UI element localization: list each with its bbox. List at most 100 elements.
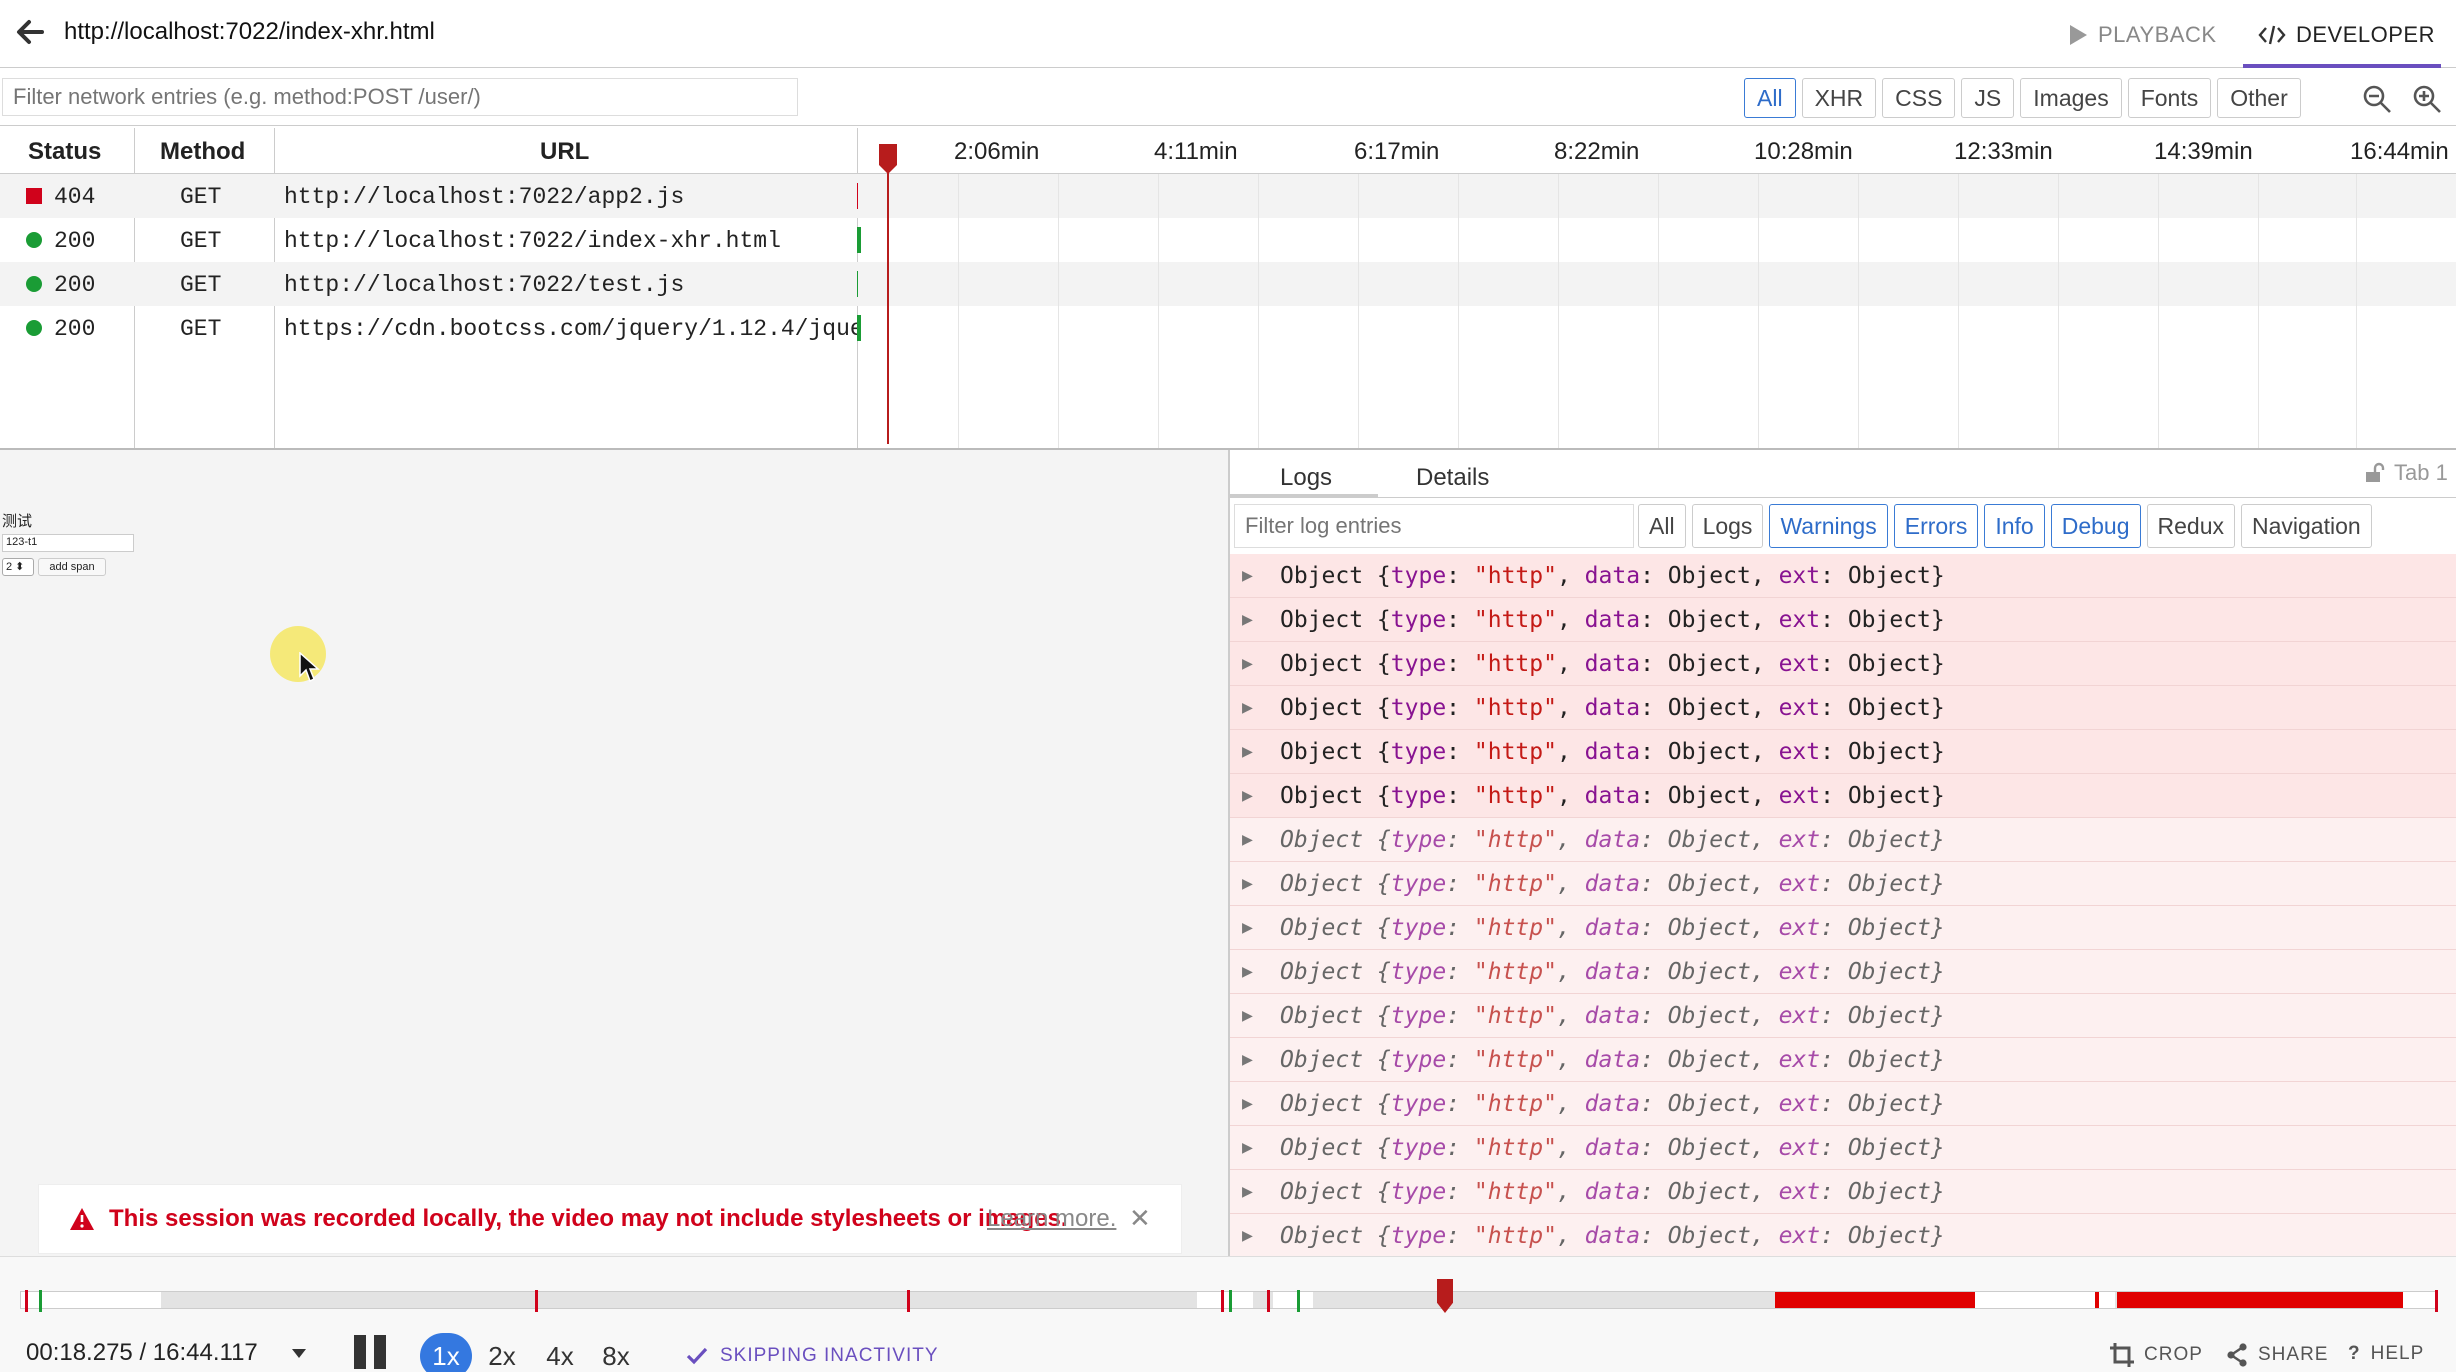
log-entry[interactable]: ▶ Object {type: "http", data: Object, ext… <box>1230 906 2456 950</box>
log-token: type <box>1390 1003 1447 1029</box>
pause-icon[interactable] <box>352 1335 388 1369</box>
log-entry[interactable]: ▶ Object {type: "http", data: Object, ext… <box>1230 642 2456 686</box>
filter-tab-css[interactable]: CSS <box>1882 78 1956 118</box>
expand-triangle-icon[interactable]: ▶ <box>1242 554 1253 598</box>
column-method[interactable]: Method <box>160 138 245 166</box>
log-list[interactable]: ▶ Object {type: "http", data: Object, ext… <box>1230 554 2456 1256</box>
log-entry[interactable]: ▶ Object {type: "http", data: Object, ext… <box>1230 950 2456 994</box>
expand-triangle-icon[interactable]: ▶ <box>1242 950 1253 994</box>
log-token: } <box>1930 959 1945 985</box>
network-row[interactable]: 200 GET http://localhost:7022/index-xhr.ht… <box>0 218 861 262</box>
expand-triangle-icon[interactable]: ▶ <box>1242 774 1253 818</box>
share-button[interactable]: SHARE <box>2226 1343 2328 1367</box>
log-token: } <box>1930 871 1945 897</box>
speed-1x[interactable]: 1x <box>420 1333 472 1372</box>
network-row[interactable]: 404 GET http://localhost:7022/app2.js <box>0 174 861 218</box>
log-entry[interactable]: ▶ Object {type: "http", data: Object, ext… <box>1230 862 2456 906</box>
log-entry[interactable]: ▶ Object {type: "http", data: Object, ext… <box>1230 774 2456 818</box>
close-icon[interactable]: ✕ <box>1129 1203 1151 1234</box>
expand-triangle-icon[interactable]: ▶ <box>1242 730 1253 774</box>
seek-bar[interactable] <box>20 1290 2438 1312</box>
log-entry[interactable]: ▶ Object {type: "http", data: Object, ext… <box>1230 818 2456 862</box>
log-token: "http" <box>1473 871 1557 897</box>
log-entry[interactable]: ▶ Object {type: "http", data: Object, ext… <box>1230 1170 2456 1214</box>
speed-4x[interactable]: 4x <box>538 1333 582 1372</box>
log-filter-input[interactable] <box>1234 504 1634 548</box>
log-filter-warnings[interactable]: Warnings <box>1769 504 1888 548</box>
log-token: ext <box>1778 1091 1821 1117</box>
log-entry[interactable]: ▶ Object {type: "http", data: Object, ext… <box>1230 554 2456 598</box>
expand-triangle-icon[interactable]: ▶ <box>1242 642 1253 686</box>
log-filter-redux[interactable]: Redux <box>2146 504 2235 548</box>
tab-playback[interactable]: PLAYBACK <box>2068 22 2217 48</box>
tab-indicator[interactable]: Tab 1 <box>2364 460 2448 486</box>
column-url[interactable]: URL <box>540 138 589 166</box>
expand-triangle-icon[interactable]: ▶ <box>1242 598 1253 642</box>
tab-details[interactable]: Details <box>1416 464 1489 492</box>
network-filter-input[interactable] <box>2 78 798 116</box>
expand-triangle-icon[interactable]: ▶ <box>1242 994 1253 1038</box>
expand-triangle-icon[interactable]: ▶ <box>1242 906 1253 950</box>
log-entry[interactable]: ▶ Object {type: "http", data: Object, ext… <box>1230 1126 2456 1170</box>
zoom-out-icon[interactable] <box>2362 84 2392 114</box>
log-entry[interactable]: ▶ Object {type: "http", data: Object, ext… <box>1230 1038 2456 1082</box>
help-button[interactable]: ? HELP <box>2348 1343 2424 1365</box>
speed-8x[interactable]: 8x <box>594 1333 638 1372</box>
log-filter-debug[interactable]: Debug <box>2050 504 2141 548</box>
filter-tab-other[interactable]: Other <box>2217 78 2301 118</box>
log-token: ext <box>1778 739 1821 765</box>
expand-triangle-icon[interactable]: ▶ <box>1242 1170 1253 1214</box>
expand-triangle-icon[interactable]: ▶ <box>1242 862 1253 906</box>
timeline-gridline <box>1158 174 1159 448</box>
log-token: Object <box>1667 1135 1751 1161</box>
filter-tab-js[interactable]: JS <box>1961 78 2015 118</box>
log-filter-errors[interactable]: Errors <box>1893 504 1979 548</box>
expand-triangle-icon[interactable]: ▶ <box>1242 686 1253 730</box>
learn-more-link[interactable]: Learn more. <box>987 1205 1116 1233</box>
network-row[interactable]: 200 GET https://cdn.bootcss.com/jquery/1.1… <box>0 306 861 350</box>
log-entry-text: Object {type: "http", data: Object, ext:… <box>1280 915 1945 941</box>
filter-tab-all[interactable]: All <box>1744 78 1796 118</box>
expand-triangle-icon[interactable]: ▶ <box>1242 1082 1253 1126</box>
log-token: type <box>1390 651 1447 677</box>
zoom-in-icon[interactable] <box>2412 84 2442 114</box>
filter-tab-images[interactable]: Images <box>2020 78 2122 118</box>
chevron-down-icon[interactable] <box>292 1349 306 1358</box>
crop-button[interactable]: CROP <box>2110 1343 2203 1367</box>
tab-indicator-label: Tab 1 <box>2394 460 2448 485</box>
log-filter-info[interactable]: Info <box>1984 504 2045 548</box>
filter-tab-xhr[interactable]: XHR <box>1801 78 1877 118</box>
speed-2x[interactable]: 2x <box>480 1333 524 1372</box>
activity-segment <box>1273 1292 1313 1308</box>
log-filter-logs[interactable]: Logs <box>1691 504 1764 548</box>
log-entry[interactable]: ▶ Object {type: "http", data: Object, ext… <box>1230 730 2456 774</box>
expand-triangle-icon[interactable]: ▶ <box>1242 818 1253 862</box>
check-icon <box>686 1347 708 1365</box>
log-token: type <box>1390 827 1447 853</box>
log-token: "http" <box>1473 1135 1557 1161</box>
expand-triangle-icon[interactable]: ▶ <box>1242 1038 1253 1082</box>
log-filter-navigation[interactable]: Navigation <box>2241 504 2372 548</box>
log-entry[interactable]: ▶ Object {type: "http", data: Object, ext… <box>1230 994 2456 1038</box>
log-entry[interactable]: ▶ Object {type: "http", data: Object, ext… <box>1230 598 2456 642</box>
column-status[interactable]: Status <box>28 138 101 166</box>
log-token: "http" <box>1473 1223 1557 1249</box>
tab-logs[interactable]: Logs <box>1280 464 1332 492</box>
filter-tab-fonts[interactable]: Fonts <box>2127 78 2212 118</box>
log-entry[interactable]: ▶ Object {type: "http", data: Object, ext… <box>1230 686 2456 730</box>
log-token: data <box>1584 1135 1641 1161</box>
network-row[interactable]: 200 GET http://localhost:7022/test.js <box>0 262 861 306</box>
log-filter-all[interactable]: All <box>1638 504 1686 548</box>
skip-inactivity-toggle[interactable]: SKIPPING INACTIVITY <box>686 1345 939 1367</box>
preview-select-value: 2 <box>6 561 13 573</box>
log-entry[interactable]: ▶ Object {type: "http", data: Object, ext… <box>1230 1082 2456 1126</box>
log-token: Object { <box>1280 563 1391 589</box>
log-token: Object { <box>1280 783 1391 809</box>
log-token: Object { <box>1280 695 1391 721</box>
tab-developer[interactable]: DEVELOPER <box>2258 22 2435 48</box>
session-preview[interactable]: 测试 123-t1 2 ⬍ add span This session was … <box>0 450 1228 1256</box>
log-entry[interactable]: ▶ Object {type: "http", data: Object, ext… <box>1230 1214 2456 1256</box>
expand-triangle-icon[interactable]: ▶ <box>1242 1126 1253 1170</box>
back-arrow-icon[interactable] <box>12 14 48 50</box>
expand-triangle-icon[interactable]: ▶ <box>1242 1214 1253 1256</box>
